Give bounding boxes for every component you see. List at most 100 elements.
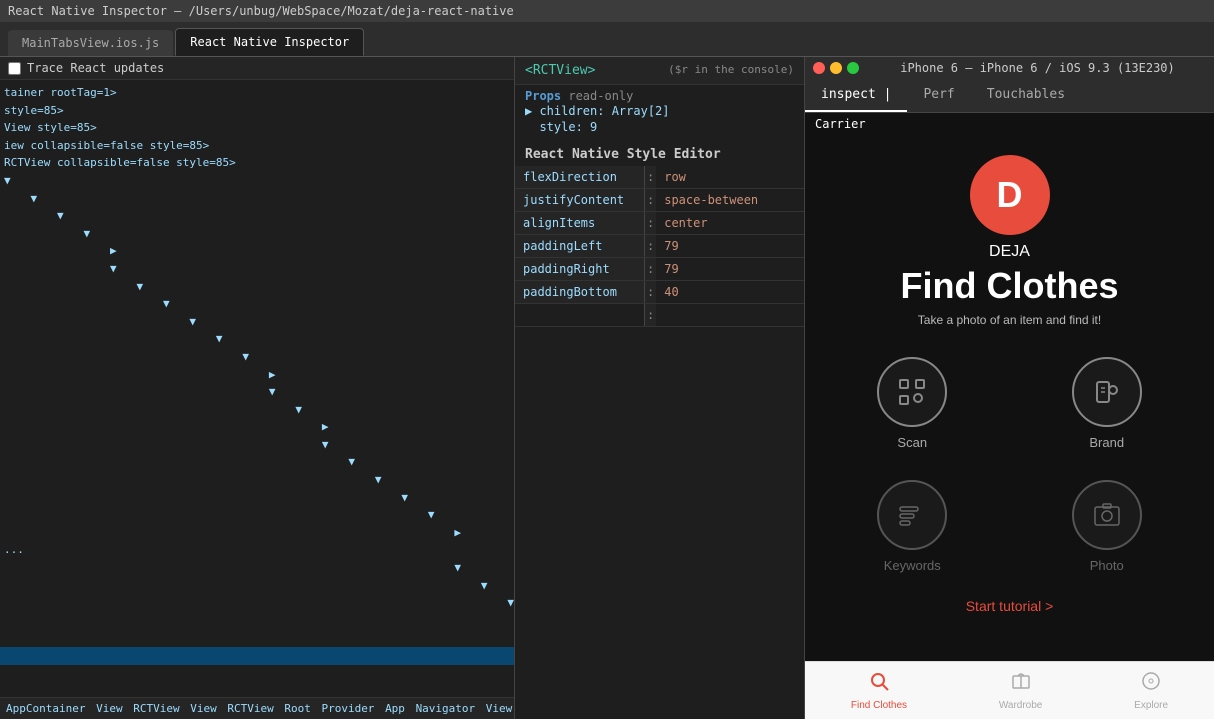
tree-line[interactable]: ▶ bbox=[0, 366, 514, 384]
style-val[interactable]: 40 bbox=[656, 281, 804, 303]
brand-label: Brand bbox=[1089, 435, 1124, 450]
style-row: paddingLeft:79 bbox=[515, 235, 804, 258]
tree-line[interactable]: ▶ bbox=[0, 418, 514, 436]
scan-label: Scan bbox=[897, 435, 927, 450]
style-val[interactable] bbox=[656, 304, 804, 326]
tree-line[interactable]: ▶ bbox=[0, 647, 514, 665]
start-tutorial[interactable]: Start tutorial > bbox=[805, 583, 1214, 629]
perf-tab[interactable]: Perf bbox=[907, 79, 970, 112]
tree-line[interactable]: ▼ bbox=[0, 207, 514, 225]
tree-line[interactable]: ▼ bbox=[0, 225, 514, 243]
tree-line[interactable]: ▼ bbox=[0, 278, 514, 296]
breadcrumb-item[interactable]: View bbox=[96, 702, 123, 715]
brand-icon bbox=[1091, 376, 1123, 408]
tree-line[interactable]: ▼ bbox=[0, 260, 514, 278]
breadcrumb-item[interactable]: RCTView bbox=[133, 702, 179, 715]
tree-line[interactable]: ▼ bbox=[0, 577, 514, 595]
tree-line[interactable]: ▼ bbox=[0, 436, 514, 454]
tree-line[interactable]: ▼ bbox=[0, 629, 514, 647]
style-sep: : bbox=[645, 212, 656, 234]
props-item-style: style: 9 bbox=[525, 119, 794, 135]
style-sep: : bbox=[645, 189, 656, 211]
app-tagline: Take a photo of an item and find it! bbox=[918, 313, 1101, 327]
tree-line[interactable]: iew collapsible=false style=85> bbox=[0, 137, 514, 155]
tree-line[interactable]: View style=85> bbox=[0, 119, 514, 137]
breadcrumb-item[interactable]: AppContainer bbox=[6, 702, 85, 715]
breadcrumb-item[interactable]: View bbox=[486, 702, 513, 715]
right-panel: iPhone 6 – iPhone 6 / iOS 9.3 (13E230) i… bbox=[805, 57, 1214, 719]
phone-title: iPhone 6 – iPhone 6 / iOS 9.3 (13E230) bbox=[869, 61, 1206, 75]
style-val[interactable]: 79 bbox=[656, 258, 804, 280]
grid-item-photo: Photo bbox=[1072, 480, 1142, 573]
tree-line[interactable]: ▼ bbox=[0, 471, 514, 489]
touchables-tab[interactable]: Touchables bbox=[971, 79, 1081, 112]
style-key: paddingRight bbox=[515, 258, 645, 280]
tree-line[interactable]: ▼ bbox=[0, 559, 514, 577]
style-editor-header: React Native Style Editor bbox=[515, 139, 804, 166]
tree-line[interactable]: ▼ bbox=[0, 330, 514, 348]
tree-line[interactable]: ▶ bbox=[0, 682, 514, 697]
style-row: alignItems:center bbox=[515, 212, 804, 235]
style-val[interactable]: 79 bbox=[656, 235, 804, 257]
traffic-light-green[interactable] bbox=[847, 62, 859, 74]
tree-line[interactable]: ▼ bbox=[0, 313, 514, 331]
props-label: Props bbox=[525, 89, 561, 103]
tree-line[interactable]: RCTView collapsible=false style=85> bbox=[0, 154, 514, 172]
tree-container[interactable]: tainer rootTag=1>style=85>View style=85>… bbox=[0, 80, 514, 697]
breadcrumb-item[interactable]: Root bbox=[284, 702, 311, 715]
tab-main-tabs-view[interactable]: MainTabsView.ios.js bbox=[8, 30, 173, 56]
style-val[interactable]: row bbox=[656, 166, 804, 188]
tree-line[interactable]: ▼ bbox=[0, 172, 514, 190]
traffic-light-red[interactable] bbox=[813, 62, 825, 74]
tree-line[interactable]: ▼ ... bbox=[0, 612, 514, 630]
tree-line[interactable]: tainer rootTag=1> bbox=[0, 84, 514, 102]
phone-inspector-bar: inspect | Perf Touchables bbox=[805, 79, 1214, 113]
breadcrumb-item[interactable]: Navigator bbox=[416, 702, 476, 715]
carrier-label: Carrier bbox=[815, 117, 866, 131]
keywords-icon-circle[interactable] bbox=[877, 480, 947, 550]
phone-tab-wardrobe[interactable]: Wardrobe bbox=[999, 670, 1043, 711]
scan-icon bbox=[896, 376, 928, 408]
phone-grid-row2: Keywords Photo bbox=[805, 470, 1214, 583]
tree-line[interactable]: ▼ bbox=[0, 453, 514, 471]
traffic-light-yellow[interactable] bbox=[830, 62, 842, 74]
tree-line[interactable]: ▶ ... bbox=[0, 524, 514, 559]
trace-checkbox[interactable] bbox=[8, 62, 21, 75]
find-clothes-tab-icon bbox=[868, 670, 890, 698]
tree-line[interactable]: ▶ bbox=[0, 665, 514, 683]
tree-line[interactable]: style=85> bbox=[0, 102, 514, 120]
title-bar: React Native Inspector — /Users/unbug/We… bbox=[0, 0, 1214, 22]
breadcrumb-item[interactable]: View bbox=[190, 702, 217, 715]
component-name: <RCTView> bbox=[525, 63, 595, 78]
style-val[interactable]: space-between bbox=[656, 189, 804, 211]
tree-line[interactable]: ▼ bbox=[0, 383, 514, 401]
tab-rn-inspector[interactable]: React Native Inspector bbox=[175, 28, 364, 56]
tree-line[interactable]: ▼ bbox=[0, 348, 514, 366]
tab-bar: MainTabsView.ios.js React Native Inspect… bbox=[0, 22, 1214, 57]
tree-line[interactable]: ▶ bbox=[0, 242, 514, 260]
tree-line[interactable]: ▼ bbox=[0, 190, 514, 208]
phone-grid-row1: Scan Brand bbox=[805, 337, 1214, 470]
breadcrumb-item[interactable]: App bbox=[385, 702, 405, 715]
breadcrumb-item[interactable]: Provider bbox=[321, 702, 374, 715]
tree-line[interactable]: ▼ bbox=[0, 295, 514, 313]
inspect-tab[interactable]: inspect | bbox=[805, 79, 907, 112]
photo-icon-circle[interactable] bbox=[1072, 480, 1142, 550]
tree-line[interactable]: ▼ bbox=[0, 489, 514, 507]
photo-icon bbox=[1091, 499, 1123, 531]
phone-tab-bar: Find Clothes Wardrobe bbox=[805, 661, 1214, 719]
style-val[interactable]: center bbox=[656, 212, 804, 234]
scan-icon-circle[interactable] bbox=[877, 357, 947, 427]
style-sep: : bbox=[645, 166, 656, 188]
wardrobe-tab-icon bbox=[1010, 670, 1032, 698]
brand-icon-circle[interactable] bbox=[1072, 357, 1142, 427]
tree-line[interactable]: ▼ bbox=[0, 594, 514, 612]
tree-line[interactable]: ▼ bbox=[0, 506, 514, 524]
app-logo: D bbox=[970, 155, 1050, 235]
tree-line[interactable]: ▼ bbox=[0, 401, 514, 419]
wardrobe-tab-label: Wardrobe bbox=[999, 700, 1043, 711]
breadcrumb-item[interactable]: RCTView bbox=[227, 702, 273, 715]
style-row: paddingBottom:40 bbox=[515, 281, 804, 304]
phone-tab-find-clothes[interactable]: Find Clothes bbox=[851, 670, 907, 711]
phone-tab-explore[interactable]: Explore bbox=[1134, 670, 1168, 711]
